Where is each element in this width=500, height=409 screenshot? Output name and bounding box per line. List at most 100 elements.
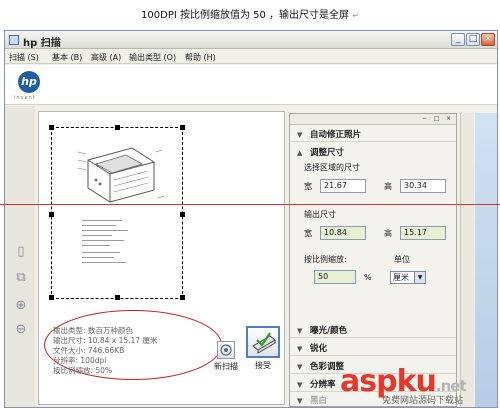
document-text-line bbox=[82, 262, 126, 263]
document-text-line bbox=[82, 220, 122, 221]
panel-close-button[interactable]: × bbox=[444, 115, 453, 123]
section-black-white-label: 黑白 bbox=[309, 396, 327, 406]
document-text-line bbox=[82, 235, 112, 236]
menu-bar: 扫描 (S) 基本 (B) 高级 (A) 输出类型 (O) 帮助 (H) bbox=[5, 50, 497, 64]
selection-width-label: 宽 bbox=[304, 182, 312, 191]
minimize-button[interactable]: _ bbox=[451, 33, 465, 46]
expanded-arrow-icon: ▲ bbox=[297, 149, 303, 157]
selection-height-input[interactable]: 30.34 bbox=[400, 179, 446, 193]
menu-basic[interactable]: 基本 (B) bbox=[52, 52, 82, 63]
new-scan-label: 新扫描 bbox=[214, 362, 238, 371]
accept-label: 接受 bbox=[255, 361, 271, 370]
chevron-down-icon: ▼ bbox=[414, 272, 425, 283]
section-sharpen[interactable]: ▼ 锐化 bbox=[290, 342, 456, 356]
menu-advanced[interactable]: 高级 (A) bbox=[91, 52, 121, 63]
menu-scan[interactable]: 扫描 (S) bbox=[9, 52, 39, 63]
selection-width-input[interactable]: 21.67 bbox=[320, 179, 366, 193]
selection-handle[interactable] bbox=[115, 295, 120, 300]
accept-button[interactable]: 接受 bbox=[244, 326, 282, 371]
panel-header: − □ × bbox=[290, 114, 456, 125]
selection-handle[interactable] bbox=[180, 295, 185, 300]
selection-handle[interactable] bbox=[180, 212, 185, 217]
section-resize[interactable]: ▲ 调整尺寸 bbox=[290, 146, 456, 160]
zoom-out-icon[interactable]: ⊖ bbox=[13, 322, 29, 338]
caption: 100DPI 按比例缩放值为 50 ，输出尺寸是全屏 ↵ bbox=[0, 6, 500, 21]
select-area-size-label: 选择区域的尺寸 bbox=[304, 163, 360, 172]
app-icon bbox=[9, 35, 19, 45]
screenshot-root: 100DPI 按比例缩放值为 50 ，输出尺寸是全屏 ↵ hp 扫描 _ □ ×… bbox=[0, 0, 500, 409]
hp-logo: hp bbox=[18, 71, 40, 93]
unit-select-value: 厘米 bbox=[393, 273, 409, 282]
scan-info-output-type: 输出类型: 数百万种颜色 bbox=[53, 326, 133, 335]
section-auto-fix-photo[interactable]: ▼ 自动修正照片 bbox=[290, 128, 456, 142]
output-height-input[interactable]: 15.17 bbox=[400, 226, 446, 240]
selection-height-label: 高 bbox=[384, 182, 392, 191]
side-panel-strip bbox=[475, 113, 497, 407]
menu-help[interactable]: 帮助 (H) bbox=[185, 52, 216, 63]
logo-band: hp invent bbox=[5, 65, 497, 105]
selection-handle[interactable] bbox=[49, 295, 54, 300]
document-text-line bbox=[82, 225, 116, 226]
scan-info-resolution: 分辨率: 100dpi bbox=[53, 356, 107, 365]
collapsed-arrow-icon: ▼ bbox=[297, 381, 303, 389]
title-bar[interactable]: hp 扫描 _ □ × bbox=[5, 31, 497, 49]
section-color-adjust-label: 色彩调整 bbox=[309, 362, 344, 372]
output-height-label: 高 bbox=[384, 229, 392, 238]
collapsed-arrow-icon: ▼ bbox=[297, 131, 303, 139]
new-scan-button[interactable]: 新扫描 bbox=[211, 341, 241, 372]
section-exposure-label: 曝光/颜色 bbox=[309, 326, 348, 336]
caption-text: 100DPI 按比例缩放值为 50 ，输出尺寸是全屏 bbox=[141, 10, 350, 21]
document-text-line bbox=[82, 230, 128, 231]
section-resolution-label: 分辨率 bbox=[309, 380, 336, 390]
scan-selection-area[interactable] bbox=[49, 125, 185, 300]
selection-handle[interactable] bbox=[115, 125, 120, 130]
close-button[interactable]: × bbox=[481, 33, 495, 46]
scale-label: 按比例缩放: bbox=[304, 255, 347, 264]
selection-handle[interactable] bbox=[49, 125, 54, 130]
zoom-in-icon[interactable]: ⊕ bbox=[13, 298, 29, 314]
collapsed-arrow-icon: ▼ bbox=[297, 397, 303, 405]
panel-minimize-button[interactable]: − bbox=[420, 115, 429, 123]
menu-output-type[interactable]: 输出类型 (O) bbox=[129, 52, 176, 63]
red-guide-line bbox=[0, 204, 500, 205]
selection-handle[interactable] bbox=[180, 125, 185, 130]
document-text-line bbox=[82, 240, 124, 241]
scale-input[interactable]: 50 bbox=[314, 270, 356, 284]
document-text-line bbox=[82, 257, 114, 258]
scan-info-output-size: 输出尺寸: 10.84 x 15.17 厘米 bbox=[53, 336, 158, 345]
hp-logo-tagline: invent bbox=[14, 95, 36, 101]
window-title: hp 扫描 bbox=[23, 38, 61, 49]
panel-restore-button[interactable]: □ bbox=[432, 115, 441, 123]
caption-return-mark: ↵ bbox=[352, 11, 359, 20]
scan-page-icon[interactable]: ▯ bbox=[13, 244, 29, 260]
section-resize-label: 调整尺寸 bbox=[309, 148, 344, 158]
document-text-line bbox=[82, 252, 120, 253]
collapsed-arrow-icon: ▼ bbox=[297, 327, 303, 335]
accept-icon bbox=[246, 326, 280, 358]
panel-scrollbar[interactable] bbox=[460, 113, 474, 407]
scan-frame-icon[interactable]: ⧉ bbox=[13, 270, 29, 286]
scan-preview: 输出类型: 数百万种颜色 输出尺寸: 10.84 x 15.17 厘米 文件大小… bbox=[38, 111, 285, 405]
scan-info-scale: 按比例缩放: 50% bbox=[53, 366, 113, 375]
hp-scan-window: hp 扫描 _ □ × 扫描 (S) 基本 (B) 高级 (A) 输出类型 (O… bbox=[4, 30, 498, 408]
scan-info: 输出类型: 数百万种颜色 输出尺寸: 10.84 x 15.17 厘米 文件大小… bbox=[53, 326, 157, 376]
watermark-tagline: 免费网站源码下载站 bbox=[382, 396, 464, 406]
scan-info-file-size: 文件大小: 746.66KB bbox=[53, 346, 125, 355]
adjustment-panel: − □ × ▼ 自动修正照片 ▲ 调整尺寸 选择区域的尺寸 宽 21.67 高 … bbox=[289, 113, 457, 407]
output-width-label: 宽 bbox=[304, 229, 312, 238]
section-exposure-color[interactable]: ▼ 曝光/颜色 bbox=[290, 324, 456, 338]
percent-label: % bbox=[364, 273, 372, 282]
tool-strip: ▯ ⧉ ⊕ ⊖ bbox=[5, 106, 35, 407]
collapsed-arrow-icon: ▼ bbox=[297, 345, 303, 353]
section-auto-fix-label: 自动修正照片 bbox=[309, 130, 361, 140]
new-scan-icon bbox=[217, 341, 235, 359]
collapsed-arrow-icon: ▼ bbox=[297, 363, 303, 371]
section-sharpen-label: 锐化 bbox=[309, 344, 327, 354]
output-size-label: 输出尺寸 bbox=[304, 210, 336, 219]
output-width-input[interactable]: 10.84 bbox=[320, 226, 366, 240]
document-text-line bbox=[82, 245, 110, 246]
unit-select[interactable]: 厘米 ▼ bbox=[390, 271, 426, 284]
maximize-button[interactable]: □ bbox=[466, 33, 480, 46]
unit-label: 单位 bbox=[394, 255, 410, 264]
selection-handle[interactable] bbox=[49, 212, 54, 217]
